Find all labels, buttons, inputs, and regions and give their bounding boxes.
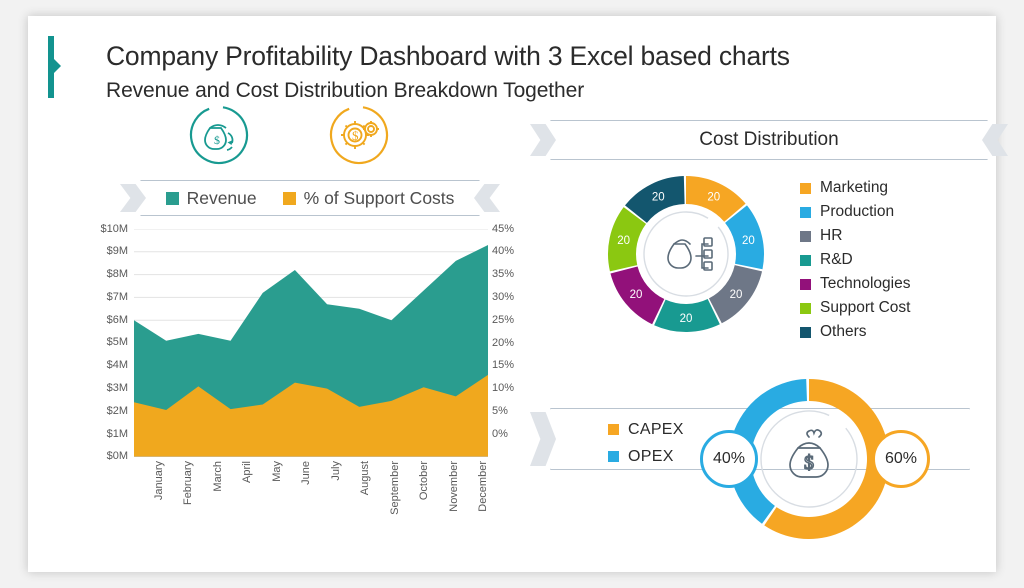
legend-swatch: [800, 206, 811, 218]
legend-item-support-costs: % of Support Costs: [282, 187, 455, 209]
revenue-area-chart-panel: $ $ Revenue % of Support Costs $10M $9M …: [78, 104, 548, 544]
accent-bar-notch-icon: [54, 59, 61, 73]
legend-item: Others: [800, 320, 980, 344]
legend-label: Revenue: [186, 187, 257, 208]
cost-distribution-donut-chart: 20 20 20 20 20 20 20: [604, 172, 768, 336]
legend-item: HR: [800, 224, 980, 248]
legend-label: Technologies: [820, 275, 911, 292]
svg-text:20: 20: [680, 313, 693, 325]
legend-swatch: [800, 302, 811, 314]
cost-distribution-title: Cost Distribution: [699, 129, 839, 150]
x-axis-tick: May: [270, 461, 283, 482]
cost-distribution-banner: Cost Distribution: [530, 120, 1008, 160]
ribbon-tail-left: [530, 412, 556, 466]
x-axis-tick: November: [447, 461, 460, 512]
legend-swatch: [165, 191, 179, 205]
chart-icon-row: $ $: [188, 104, 418, 174]
legend-items: Revenue % of Support Costs: [165, 187, 455, 209]
x-axis-tick: August: [359, 461, 372, 496]
legend-item-revenue: Revenue: [165, 187, 257, 209]
legend-label: Support Cost: [820, 299, 911, 316]
legend-item: R&D: [800, 248, 980, 272]
legend-swatch: [608, 424, 619, 435]
legend-swatch: [800, 278, 811, 290]
legend-item: CAPEX: [608, 416, 684, 443]
legend-label: Others: [820, 323, 867, 340]
legend-item: Support Cost: [800, 296, 980, 320]
page-subtitle: Revenue and Cost Distribution Breakdown …: [106, 78, 585, 102]
legend-label: Marketing: [820, 179, 889, 196]
legend-swatch: [800, 326, 811, 338]
plot-area: [134, 228, 488, 458]
legend-swatch: [282, 191, 296, 205]
legend-swatch: [608, 451, 619, 462]
y-axis-left-labels: $10M $9M $8M $7M $6M $5M $4M $3M $2M $1M $0M: [100, 222, 128, 463]
svg-text:20: 20: [652, 191, 665, 203]
x-axis-tick: September: [388, 461, 401, 515]
area-chart-plot: $10M $9M $8M $7M $6M $5M $4M $3M $2M $1M $0M 45% 40…: [78, 222, 548, 539]
slide-canvas: Company Profitability Dashboard with 3 E…: [28, 16, 1008, 572]
svg-text:20: 20: [630, 289, 643, 301]
x-axis-tick: April: [241, 461, 254, 484]
legend-swatch: [800, 254, 811, 266]
x-axis-tick: January: [152, 461, 165, 501]
svg-text:20: 20: [707, 191, 720, 203]
legend-label: % of Support Costs: [303, 187, 455, 208]
legend-item: OPEX: [608, 443, 684, 470]
x-axis-tick: February: [182, 461, 195, 506]
svg-text:$: $: [352, 128, 359, 143]
title-block: Company Profitability Dashboard with 3 E…: [106, 40, 956, 104]
legend-label: OPEX: [628, 447, 674, 465]
legend-label: HR: [820, 227, 843, 244]
legend-item: Technologies: [800, 272, 980, 296]
page-title: Company Profitability Dashboard with 3 E…: [106, 41, 790, 71]
capex-opex-legend: CAPEX OPEX: [608, 416, 684, 470]
area-chart-legend-banner: Revenue % of Support Costs: [120, 180, 500, 216]
x-axis-tick: December: [477, 461, 490, 512]
x-axis-tick: June: [300, 461, 313, 485]
svg-text:20: 20: [617, 235, 630, 247]
legend-label: R&D: [820, 251, 853, 268]
legend-label: CAPEX: [628, 420, 684, 438]
legend-swatch: [800, 230, 811, 242]
x-axis-tick: July: [329, 461, 342, 481]
legend-item: Marketing: [800, 176, 980, 200]
right-column: Cost Distribution 20 20 20 20 20 20 20 Marketi…: [528, 104, 1008, 544]
legend-swatch: [800, 182, 811, 194]
x-axis-tick: March: [211, 461, 224, 492]
svg-text:20: 20: [742, 235, 755, 247]
svg-text:$: $: [214, 133, 220, 147]
svg-text:$: $: [804, 452, 814, 474]
revenue-money-bag-recycle-icon: $: [188, 104, 250, 166]
cost-distribution-legend: Marketing Production HR R&D Technologies Supp…: [800, 176, 980, 344]
x-axis-tick: October: [418, 461, 431, 501]
x-axis-labels: January February March April May June July Augu…: [134, 461, 490, 539]
legend-label: Production: [820, 203, 895, 220]
support-cost-gear-dollar-icon: $: [328, 104, 390, 166]
svg-text:20: 20: [730, 289, 743, 301]
legend-item: Production: [800, 200, 980, 224]
capex-percent-bubble: 60%: [872, 430, 930, 488]
opex-percent-bubble: 40%: [700, 430, 758, 488]
